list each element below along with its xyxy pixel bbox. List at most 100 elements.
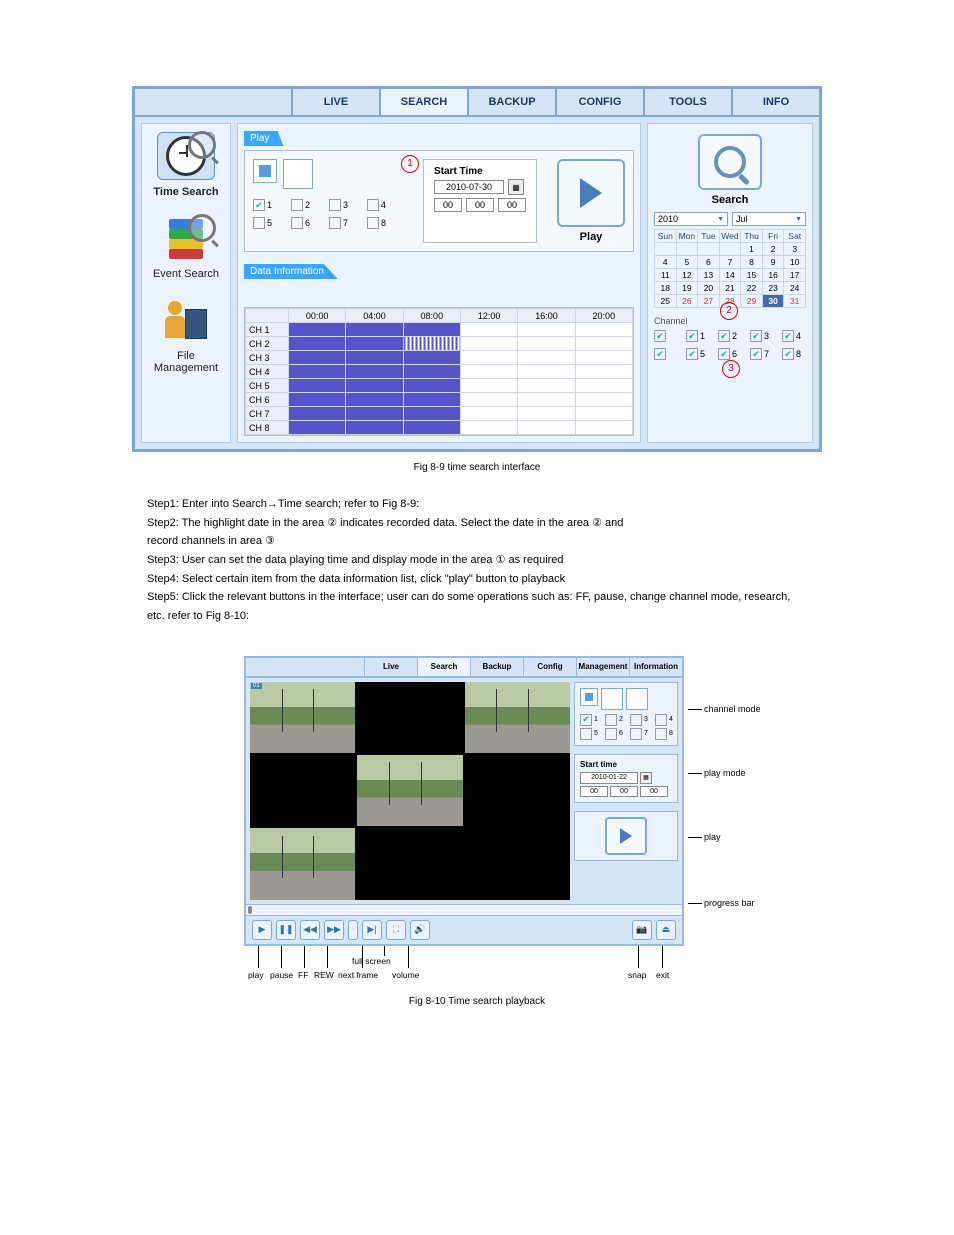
f2-ch3-cb[interactable] bbox=[630, 714, 642, 726]
video-tile-1[interactable]: 01 bbox=[250, 682, 355, 753]
datainfo-title: Data Information bbox=[244, 264, 338, 279]
annot-channel-mode: channel mode bbox=[688, 704, 761, 714]
mode-single-btn[interactable] bbox=[253, 159, 277, 183]
f2-tab-config[interactable]: Config bbox=[523, 658, 576, 676]
all-ch-cb[interactable] bbox=[654, 330, 666, 342]
start-ss-input[interactable]: 00 bbox=[498, 198, 526, 212]
f2-tab-backup[interactable]: Backup bbox=[470, 658, 523, 676]
year-select[interactable]: 2010▼ bbox=[654, 212, 728, 226]
tab-config[interactable]: CONFIG bbox=[555, 89, 643, 115]
video-tile-6[interactable] bbox=[465, 755, 570, 826]
f2-start-time-box: Start time 2010-01-22 ▦ 00 00 00 bbox=[574, 754, 678, 803]
play-ch3-cb[interactable] bbox=[329, 199, 341, 211]
f2-ch4-cb[interactable] bbox=[655, 714, 667, 726]
tab-info[interactable]: INFO bbox=[731, 89, 819, 115]
video-tile-4[interactable] bbox=[250, 755, 355, 826]
f2-ch7-cb[interactable] bbox=[630, 728, 642, 740]
sidebar-label: Time Search bbox=[146, 186, 226, 198]
video-tile-5[interactable] bbox=[357, 755, 462, 826]
right-ch8-cb[interactable] bbox=[782, 348, 794, 360]
sidebar-file-mgmt[interactable]: File Management bbox=[146, 298, 226, 374]
play-ch2-cb[interactable] bbox=[291, 199, 303, 211]
play-button[interactable] bbox=[557, 159, 625, 227]
f2-hh-input[interactable]: 00 bbox=[580, 786, 608, 797]
f2-tab-live[interactable]: Live bbox=[364, 658, 417, 676]
start-date-input[interactable]: 2010-07-30 bbox=[434, 180, 504, 194]
f2-calendar-button[interactable]: ▦ bbox=[640, 772, 652, 784]
f2-channel-mode-box: 1 2 3 4 5 6 7 8 bbox=[574, 682, 678, 746]
search-button-label: Search bbox=[654, 194, 806, 206]
f2-tab-mgmt[interactable]: Management bbox=[576, 658, 629, 676]
clock-search-icon bbox=[157, 132, 215, 180]
f2-ch1-cb[interactable] bbox=[580, 714, 592, 726]
f2-tab-info[interactable]: Information bbox=[629, 658, 682, 676]
tb-rew-button[interactable]: ◀◀ bbox=[300, 920, 320, 940]
tb-play-button[interactable]: ▶ bbox=[252, 920, 272, 940]
month-select[interactable]: Jul▼ bbox=[732, 212, 806, 226]
fig2-caption: Fig 8-10 Time search playback bbox=[0, 996, 954, 1007]
right-ch7-cb[interactable] bbox=[750, 348, 762, 360]
f2-ch5-cb[interactable] bbox=[580, 728, 592, 740]
f2-ch8-cb[interactable] bbox=[655, 728, 667, 740]
f2-tab-search[interactable]: Search bbox=[417, 658, 470, 676]
sidebar-label: File Management bbox=[146, 350, 226, 374]
right-ch6-cb[interactable] bbox=[718, 348, 730, 360]
right-ch4-cb[interactable] bbox=[782, 330, 794, 342]
play-ch7-cb[interactable] bbox=[329, 217, 341, 229]
sidebar-time-search[interactable]: Time Search bbox=[146, 132, 226, 198]
tb-fullscreen-button[interactable]: ⛶ bbox=[386, 920, 406, 940]
data-info-timeline: 00:0004:0008:0012:0016:0020:00CH 1CH 2CH… bbox=[244, 307, 634, 436]
sidebar-label: Event Search bbox=[146, 268, 226, 280]
progress-bar[interactable] bbox=[246, 904, 682, 915]
fig2-playback-window: Live Search Backup Config Management Inf… bbox=[244, 656, 684, 946]
video-tile-9[interactable] bbox=[465, 828, 570, 899]
play-ch5-cb[interactable] bbox=[253, 217, 265, 229]
play-ch1-cb[interactable] bbox=[253, 199, 265, 211]
fig1-search-window: LIVE SEARCH BACKUP CONFIG TOOLS INFO Tim… bbox=[132, 86, 822, 452]
tb-pause-button[interactable]: ❚❚ bbox=[276, 920, 296, 940]
sidebar-event-search[interactable]: Event Search bbox=[146, 216, 226, 280]
f2-mode-nine[interactable] bbox=[626, 688, 648, 710]
tb-speed-dot[interactable]: · bbox=[348, 920, 358, 940]
start-mm-input[interactable]: 00 bbox=[466, 198, 494, 212]
tab-search[interactable]: SEARCH bbox=[379, 89, 467, 115]
video-tile-7[interactable] bbox=[250, 828, 355, 899]
tb-exit-button[interactable]: ⏏ bbox=[656, 920, 676, 940]
tab-live[interactable]: LIVE bbox=[291, 89, 379, 115]
f2-mode-quad[interactable] bbox=[601, 688, 623, 710]
annot-play: play bbox=[688, 832, 721, 842]
tb-nextframe-button[interactable]: ▶| bbox=[362, 920, 382, 940]
tb-snap-button[interactable]: 📷 bbox=[632, 920, 652, 940]
mode-quad-btn[interactable] bbox=[283, 159, 313, 189]
right-ch1-cb[interactable] bbox=[686, 330, 698, 342]
video-tile-3[interactable] bbox=[465, 682, 570, 753]
calendar[interactable]: SunMonTueWedThuFriSat1234567891011121314… bbox=[654, 229, 806, 308]
search-button[interactable] bbox=[698, 134, 762, 190]
start-hh-input[interactable]: 00 bbox=[434, 198, 462, 212]
tb-volume-button[interactable]: 🔊 bbox=[410, 920, 430, 940]
f2-ch2-cb[interactable] bbox=[605, 714, 617, 726]
play-icon bbox=[580, 178, 602, 208]
f2-mode-single[interactable] bbox=[580, 688, 598, 706]
right-ch2-cb[interactable] bbox=[718, 330, 730, 342]
tb-ff-button[interactable]: ▶▶ bbox=[324, 920, 344, 940]
video-tile-2[interactable] bbox=[357, 682, 462, 753]
fig1-caption: Fig 8-9 time search interface bbox=[0, 462, 954, 473]
video-tile-8[interactable] bbox=[357, 828, 462, 899]
play-ch4-cb[interactable] bbox=[367, 199, 379, 211]
f2-date-input[interactable]: 2010-01-22 bbox=[580, 772, 638, 784]
play-ch8-cb[interactable] bbox=[367, 217, 379, 229]
all-ch-cb-2[interactable] bbox=[654, 348, 666, 360]
f2-ch6-cb[interactable] bbox=[605, 728, 617, 740]
play-ch6-cb[interactable] bbox=[291, 217, 303, 229]
f2-mm-input[interactable]: 00 bbox=[610, 786, 638, 797]
right-ch3-cb[interactable] bbox=[750, 330, 762, 342]
f2-play-button[interactable] bbox=[605, 817, 647, 855]
right-ch5-cb[interactable] bbox=[686, 348, 698, 360]
tab-backup[interactable]: BACKUP bbox=[467, 89, 555, 115]
start-time-box: Start Time 2010-07-30 ▦ 00 00 00 bbox=[423, 159, 537, 243]
f2-ss-input[interactable]: 00 bbox=[640, 786, 668, 797]
play-panel-title: Play bbox=[244, 131, 283, 146]
tab-tools[interactable]: TOOLS bbox=[643, 89, 731, 115]
calendar-button[interactable]: ▦ bbox=[508, 179, 524, 195]
